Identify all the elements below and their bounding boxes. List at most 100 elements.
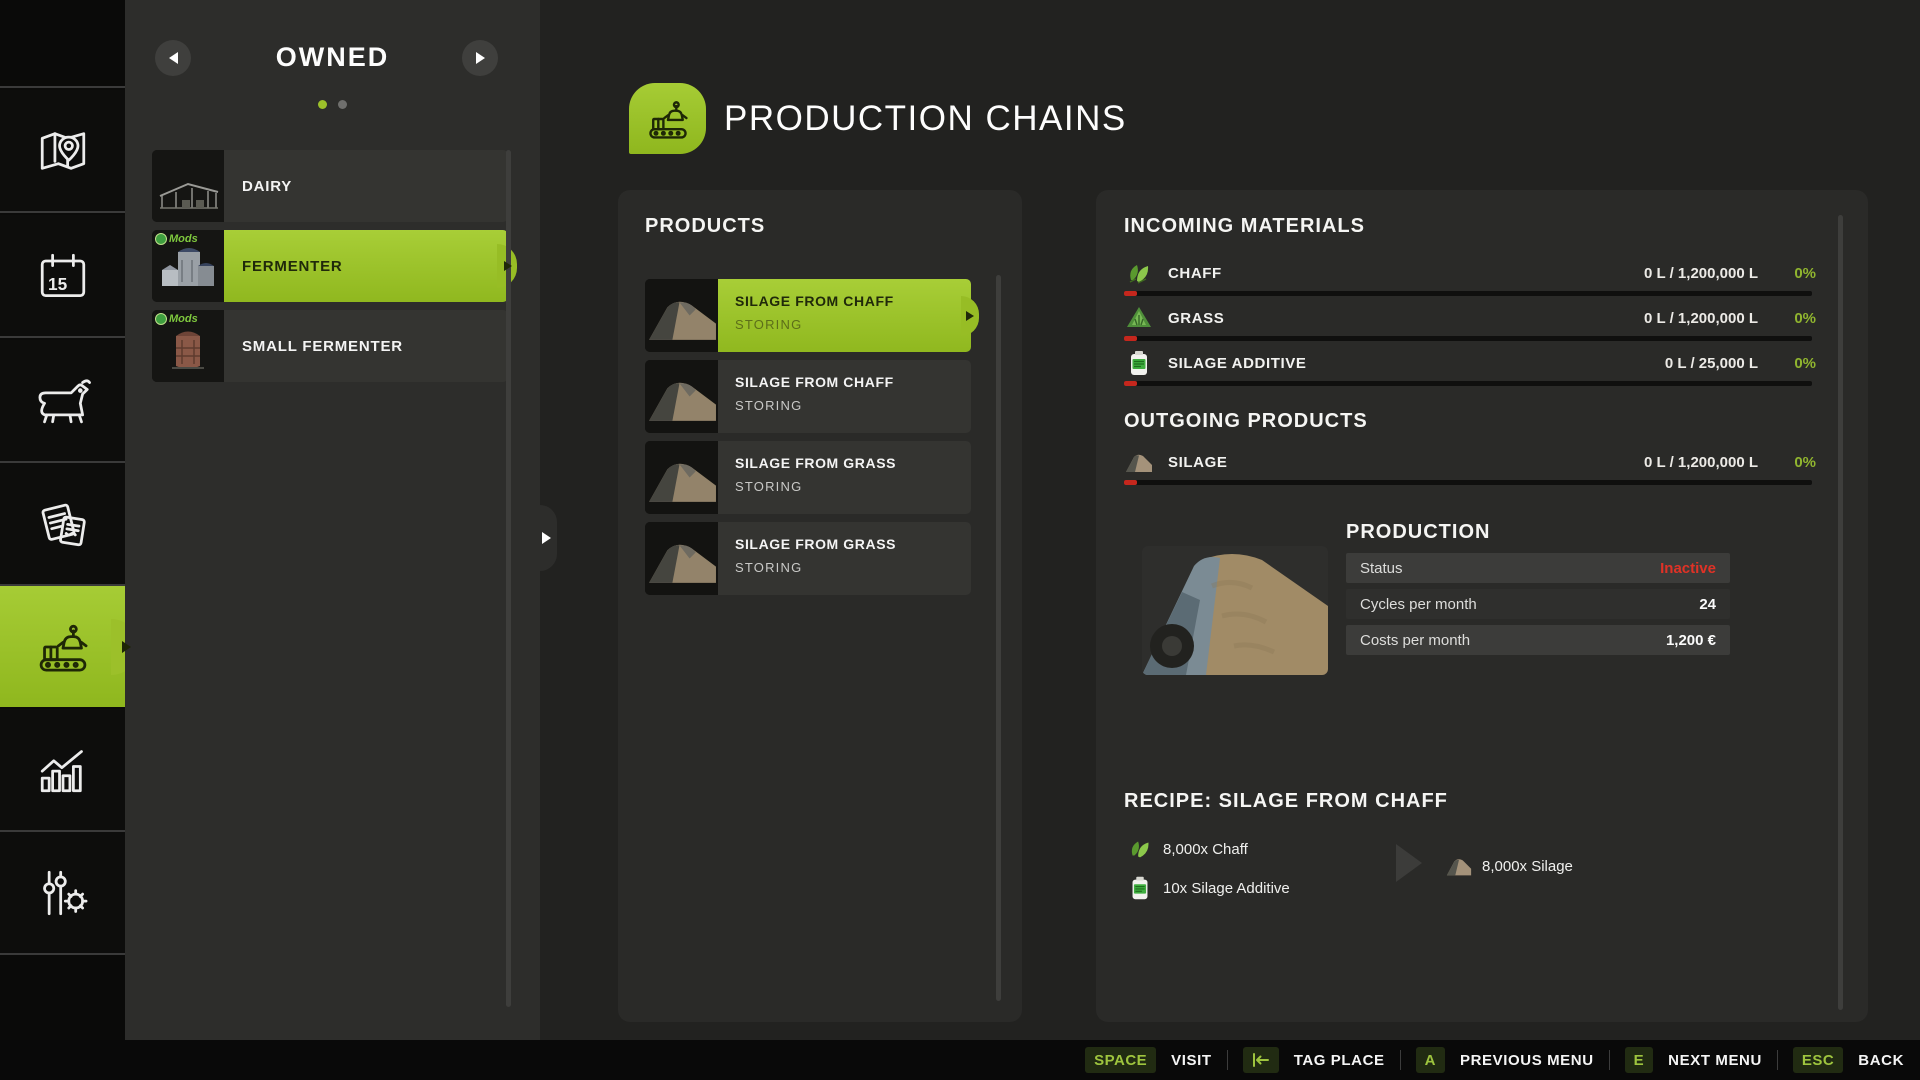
product-status: STORING xyxy=(735,317,803,332)
production-chains-screen: 15 OWNED DAIRY Mods FERMENTER Mods SMALL… xyxy=(0,0,1920,1080)
page-header: PRODUCTION CHAINS xyxy=(629,83,1127,154)
product-item-body: SILAGE FROM GRASS STORING xyxy=(718,522,971,595)
fermenter-thumbnail: Mods xyxy=(152,230,224,302)
divider xyxy=(1226,1050,1228,1070)
progress-fill xyxy=(1124,381,1137,386)
progress-fill xyxy=(1124,291,1137,296)
chaff-icon xyxy=(1124,258,1154,288)
owned-panel: OWNED DAIRY Mods FERMENTER Mods SMALL FE… xyxy=(125,0,540,1040)
map-icon xyxy=(40,131,85,170)
product-status: STORING xyxy=(735,398,803,413)
hint-next-menu[interactable]: E NEXT MENU xyxy=(1624,1047,1762,1073)
material-name: SILAGE xyxy=(1168,453,1228,471)
material-amount: 0 L / 1,200,000 L xyxy=(1644,309,1758,327)
hint-previous-menu[interactable]: A PREVIOUS MENU xyxy=(1415,1047,1594,1073)
production-info-table: Status Inactive Cycles per month 24 Cost… xyxy=(1346,553,1730,661)
product-list-scrollbar[interactable] xyxy=(996,275,1001,1001)
recipe-arrow-icon xyxy=(1396,844,1422,882)
tuning-icon xyxy=(42,870,87,915)
product-item-body: SILAGE FROM CHAFF STORING xyxy=(718,360,971,433)
tab-icon xyxy=(1252,1053,1269,1067)
hint-label: TAG PLACE xyxy=(1293,1051,1385,1069)
sidebar-item-production[interactable] xyxy=(0,586,131,707)
selected-item-arrow-icon xyxy=(504,261,512,271)
product-item-silage-from-chaff-2[interactable]: SILAGE FROM CHAFF STORING xyxy=(645,360,971,433)
progress-fill xyxy=(1124,336,1137,341)
sidebar-item-settings[interactable] xyxy=(0,832,125,955)
silage-thumbnail xyxy=(645,522,718,595)
details-panel-scrollbar[interactable] xyxy=(1838,215,1843,1010)
material-row-silage: SILAGE 0 L / 1,200,000 L 0% xyxy=(1124,445,1816,479)
sidebar-item-calendar[interactable]: 15 xyxy=(0,215,125,338)
carousel-next-button[interactable] xyxy=(462,40,498,76)
carousel-page-dots xyxy=(125,100,540,109)
hint-back[interactable]: ESC BACK xyxy=(1792,1047,1904,1073)
table-row-costs: Costs per month 1,200 € xyxy=(1346,625,1730,655)
product-item-silage-from-grass-2[interactable]: SILAGE FROM GRASS STORING xyxy=(645,522,971,595)
products-section-title: PRODUCTS xyxy=(645,215,766,237)
recipe-quantity: 8,000x Chaff xyxy=(1163,840,1248,858)
owned-item-label: DAIRY xyxy=(242,177,293,195)
production-icon xyxy=(39,624,87,671)
dairy-thumbnail xyxy=(152,150,224,222)
silage-thumbnail xyxy=(645,441,718,514)
svg-text:15: 15 xyxy=(48,273,68,293)
hint-label: BACK xyxy=(1858,1051,1904,1069)
product-status: STORING xyxy=(735,560,803,575)
sidebar-item-animals[interactable] xyxy=(0,340,125,463)
panel-expander-button[interactable] xyxy=(540,505,557,571)
row-label: Cycles per month xyxy=(1360,595,1477,613)
production-photo xyxy=(1142,546,1328,675)
divider xyxy=(1608,1050,1610,1070)
page-dot[interactable] xyxy=(338,100,347,109)
owned-building-list: DAIRY Mods FERMENTER Mods SMALL FERMENTE… xyxy=(152,150,512,390)
owned-item-dairy[interactable]: DAIRY xyxy=(152,150,508,222)
mods-logo-icon xyxy=(155,233,167,245)
material-progress-bar xyxy=(1124,480,1812,485)
silage-thumbnail xyxy=(645,279,718,352)
owned-item-fermenter[interactable]: Mods FERMENTER xyxy=(152,230,512,302)
page-title: PRODUCTION CHAINS xyxy=(724,98,1127,138)
production-details-panel: INCOMING MATERIALS CHAFF 0 L / 1,200,000… xyxy=(1096,190,1868,1022)
material-name: CHAFF xyxy=(1168,264,1222,282)
chevron-right-icon xyxy=(542,532,551,544)
outgoing-products-title: OUTGOING PRODUCTS xyxy=(1124,410,1368,432)
owned-list-scrollbar[interactable] xyxy=(506,150,511,1007)
cycles-value: 24 xyxy=(1699,595,1716,613)
cow-icon xyxy=(38,378,91,423)
product-item-silage-from-chaff-1[interactable]: SILAGE FROM CHAFF STORING xyxy=(645,279,974,352)
material-name: GRASS xyxy=(1168,309,1225,327)
material-progress-bar xyxy=(1124,381,1812,386)
hint-tag-place[interactable]: TAG PLACE xyxy=(1242,1047,1385,1073)
page-dot-active[interactable] xyxy=(318,100,327,109)
sidebar-item-contracts[interactable] xyxy=(0,463,125,586)
owned-item-label: FERMENTER xyxy=(242,257,343,275)
product-title: SILAGE FROM CHAFF xyxy=(735,293,894,309)
mods-badge: Mods xyxy=(155,233,198,245)
recipe-title: RECIPE: SILAGE FROM CHAFF xyxy=(1124,790,1448,812)
material-amount: 0 L / 1,200,000 L xyxy=(1644,453,1758,471)
hint-visit[interactable]: SPACE VISIT xyxy=(1085,1047,1212,1073)
hint-label: VISIT xyxy=(1171,1051,1212,1069)
recipe-quantity: 10x Silage Additive xyxy=(1163,879,1290,897)
divider xyxy=(1399,1050,1401,1070)
small-fermenter-thumbnail: Mods xyxy=(152,310,224,382)
product-title: SILAGE FROM CHAFF xyxy=(735,374,894,390)
chevron-right-icon xyxy=(475,52,485,64)
sidebar-item-map[interactable] xyxy=(0,90,125,213)
owned-item-small-fermenter[interactable]: Mods SMALL FERMENTER xyxy=(152,310,508,382)
owned-item-body: DAIRY xyxy=(224,150,508,222)
sidebar-spacer-top xyxy=(0,0,125,88)
costs-value: 1,200 € xyxy=(1665,631,1716,649)
sidebar-item-statistics[interactable] xyxy=(0,709,125,832)
row-label: Costs per month xyxy=(1360,631,1471,649)
product-title: SILAGE FROM GRASS xyxy=(735,536,897,552)
recipe-input-silage-additive: 10x Silage Additive xyxy=(1126,874,1290,902)
silage-additive-icon xyxy=(1126,874,1154,902)
product-title: SILAGE FROM GRASS xyxy=(735,455,897,471)
silage-icon xyxy=(1445,852,1473,880)
active-tab-arrow-icon xyxy=(122,640,131,653)
table-row-status: Status Inactive xyxy=(1346,553,1730,583)
calendar-icon: 15 xyxy=(40,253,85,297)
product-item-silage-from-grass-1[interactable]: SILAGE FROM GRASS STORING xyxy=(645,441,971,514)
